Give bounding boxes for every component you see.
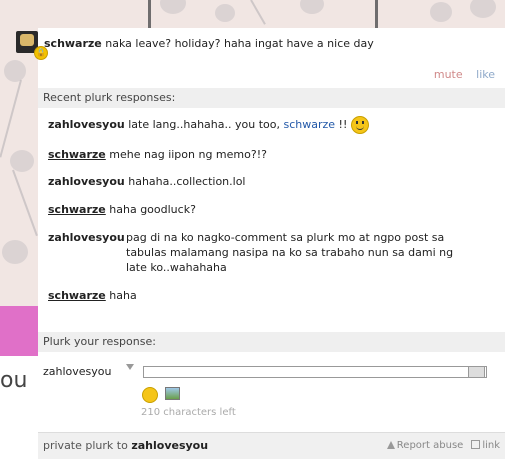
reply-username: zahlovesyou: [43, 365, 112, 378]
response-item: zahlovesyou late lang..hahaha.. you too,…: [48, 116, 498, 134]
response-input[interactable]: [143, 366, 487, 378]
plurk-author[interactable]: schwarze: [44, 37, 102, 50]
background-stem: [12, 169, 38, 237]
like-button[interactable]: like: [476, 68, 495, 81]
background-divider: [375, 0, 378, 30]
partial-background-text: ou: [0, 368, 28, 393]
qualifier-dropdown-icon[interactable]: [126, 364, 134, 370]
response-text: mehe nag iipon ng memo?!?: [109, 148, 267, 161]
response-user[interactable]: zahlovesyou: [48, 118, 125, 131]
background-flower: [160, 0, 186, 14]
background-flower: [430, 2, 452, 22]
plurk-actions: mute like: [434, 68, 495, 81]
private-user[interactable]: zahlovesyou: [131, 439, 208, 452]
background-flower: [470, 0, 496, 18]
emoticon-icon[interactable]: [142, 387, 158, 403]
private-prefix: private plurk to: [43, 439, 128, 452]
pink-block: [0, 306, 38, 356]
response-item: schwarze mehe nag iipon ng memo?!?: [48, 147, 498, 162]
characters-left: 210 characters left: [141, 407, 236, 418]
response-item: zahlovesyou hahaha..collection.lol: [48, 174, 498, 189]
response-item: zahlovesyou pag di na ko nagko-comment s…: [48, 230, 498, 275]
smiley-icon: [350, 116, 369, 134]
background-flower: [215, 4, 235, 22]
response-text: haha goodluck?: [109, 203, 196, 216]
response-item: schwarze haha goodluck?: [48, 202, 498, 217]
responses-header: Recent plurk responses:: [38, 88, 505, 108]
reply-header: Plurk your response:: [38, 332, 505, 352]
mute-button[interactable]: mute: [434, 68, 463, 81]
background-flower: [2, 240, 28, 264]
response-text: pag di na ko nagko-comment sa plurk mo a…: [126, 231, 454, 274]
response-item: schwarze haha: [48, 288, 498, 303]
external-link-icon: [471, 440, 481, 449]
image-upload-icon[interactable]: [165, 387, 180, 400]
background-flower: [300, 0, 324, 14]
response-text: hahaha..collection.lol: [128, 175, 246, 188]
response-user[interactable]: schwarze: [48, 203, 106, 216]
response-user[interactable]: schwarze: [48, 148, 106, 161]
warning-icon: [386, 441, 395, 449]
private-plurk-note: private plurk to zahlovesyou: [43, 433, 208, 459]
plurk-footer: private plurk to zahlovesyou Report abus…: [38, 432, 505, 459]
response-user[interactable]: schwarze: [48, 289, 106, 302]
response-text: haha: [109, 289, 137, 302]
input-expand-button[interactable]: [468, 366, 485, 378]
background-stem: [250, 0, 266, 25]
background-divider: [148, 0, 151, 30]
background-flower: [4, 60, 26, 82]
background-stem: [0, 79, 22, 158]
plurk-text: naka leave? holiday? haha ingat have a n…: [105, 37, 374, 50]
mention-link[interactable]: schwarze: [283, 118, 335, 131]
reply-form: zahlovesyou 210 characters left: [38, 359, 505, 419]
plurk-header: 🔒 schwarze naka leave? holiday? haha ing…: [16, 28, 505, 90]
report-abuse-link[interactable]: Report abuse: [397, 440, 464, 451]
footer-links: Report abuse link: [386, 433, 500, 459]
plurk-message: schwarze naka leave? holiday? haha ingat…: [44, 37, 374, 50]
response-suffix: !!: [338, 118, 348, 131]
response-user[interactable]: zahlovesyou: [48, 230, 125, 245]
permalink[interactable]: link: [482, 440, 500, 451]
response-text: late lang..hahaha.. you too,: [128, 118, 280, 131]
plurk-panel: 🔒 schwarze naka leave? holiday? haha ing…: [16, 28, 505, 459]
response-user[interactable]: zahlovesyou: [48, 175, 125, 188]
